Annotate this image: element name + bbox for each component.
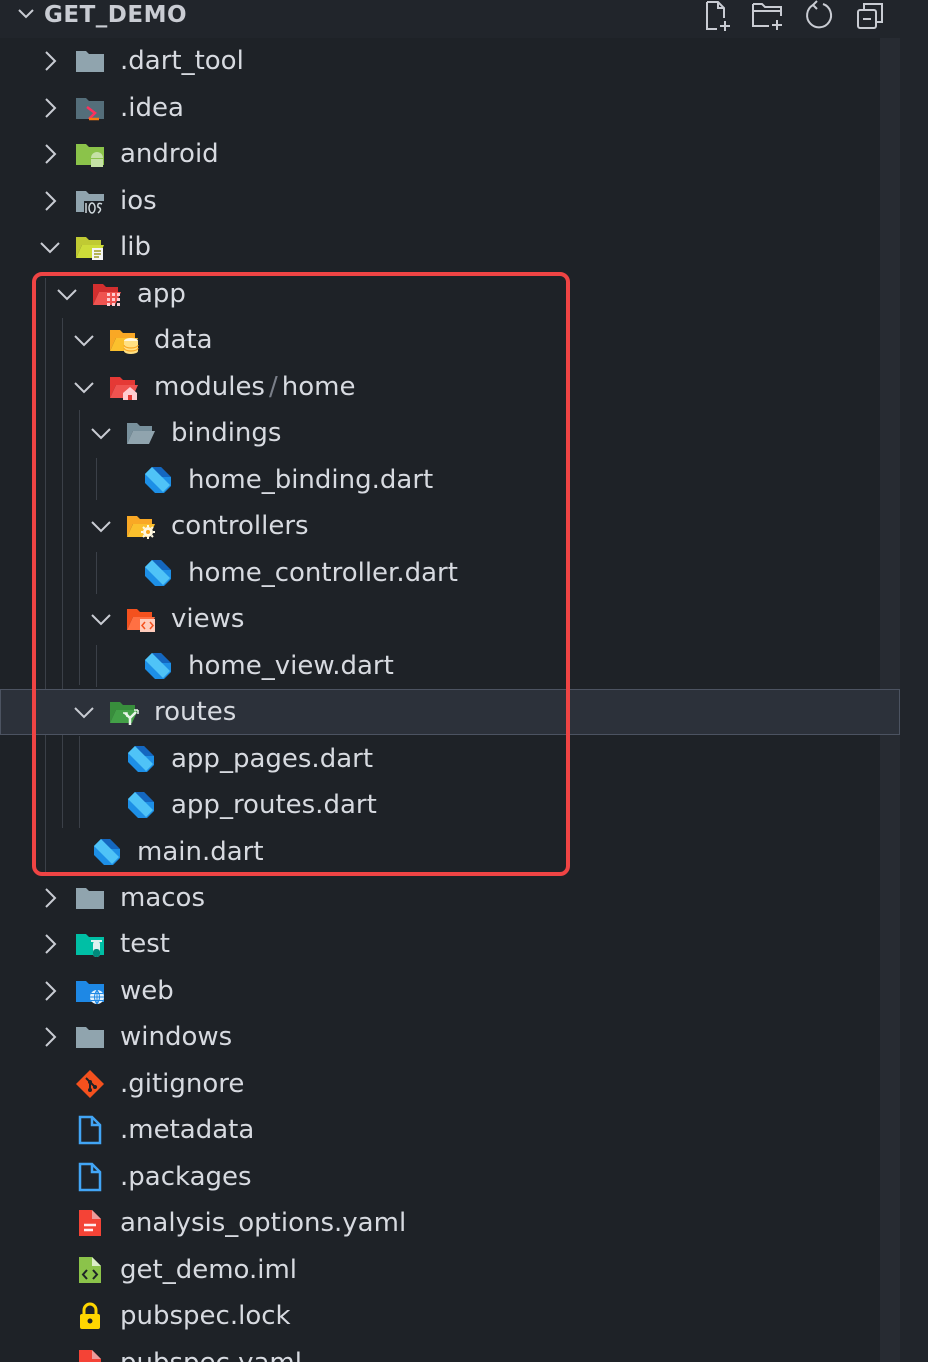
folder-icon [75,1022,105,1052]
tree-item-ios[interactable]: ios [0,178,900,224]
explorer-header: GET_DEMO [0,0,928,38]
ios-folder-icon [75,186,105,216]
tree-item-web[interactable]: web [0,968,900,1014]
idea-folder-icon [75,93,105,123]
tree-item-label: get_demo.iml [120,1255,298,1285]
chevron-right-icon[interactable] [38,96,62,120]
tree-item-label: .dart_tool [120,46,244,76]
tree-item-pubspec-lock[interactable]: pubspec.lock [0,1293,900,1339]
tree-item-label: pubspec.lock [120,1301,291,1331]
tree-item-macos[interactable]: macos [0,875,900,921]
xml-file-icon [75,1255,105,1285]
chevron-right-icon[interactable] [38,142,62,166]
git-icon [75,1069,105,1099]
chevron-right-icon[interactable] [38,979,62,1003]
tree-item-dart-tool[interactable]: .dart_tool [0,38,900,84]
chevron-down-icon[interactable] [16,4,36,28]
new-file-icon[interactable] [698,0,735,32]
tree-item-windows[interactable]: windows [0,1014,900,1060]
tree-item-label: ios [120,186,157,216]
refresh-icon[interactable] [800,0,837,32]
folder-icon [75,46,105,76]
tree-item-lib[interactable]: lib [0,224,900,270]
tree-item-label: .gitignore [120,1069,245,1099]
yaml-file-icon [75,1208,105,1238]
tree-item-metadata[interactable]: .metadata [0,1107,900,1153]
tree-item-label: windows [120,1022,233,1052]
tree-item-label: web [120,976,174,1006]
file-icon [75,1162,105,1192]
tree-item-idea[interactable]: .idea [0,85,900,131]
tree-item-android[interactable]: android [0,131,900,177]
yaml-file-icon [75,1348,105,1362]
collapse-all-icon[interactable] [851,0,888,32]
tree-item-label: android [120,139,219,169]
chevron-right-icon[interactable] [38,886,62,910]
web-folder-icon [75,976,105,1006]
test-folder-icon [75,929,105,959]
tree-item-label: macos [120,883,206,913]
chevron-right-icon[interactable] [38,932,62,956]
tree-item-label: pubspec.yaml [120,1347,302,1362]
tree-item-label: test [120,929,170,959]
file-icon [75,1115,105,1145]
tree-item-gitignore[interactable]: .gitignore [0,1061,900,1107]
tree-item-label: .metadata [120,1115,255,1145]
highlight-box [32,272,570,876]
tree-item-label: .idea [120,93,184,123]
tree-item-analysis-options[interactable]: analysis_options.yaml [0,1200,900,1246]
tree-item-pubspec-yaml[interactable]: pubspec.yaml [0,1340,900,1362]
explorer-title[interactable]: GET_DEMO [44,1,187,29]
tree-item-get-demo-iml[interactable]: get_demo.iml [0,1247,900,1293]
tree-item-packages[interactable]: .packages [0,1154,900,1200]
tree-item-label: lib [120,232,151,262]
chevron-right-icon[interactable] [38,49,62,73]
chevron-right-icon[interactable] [38,1025,62,1049]
android-folder-icon [75,139,105,169]
chevron-right-icon[interactable] [38,189,62,213]
tree-item-test[interactable]: test [0,921,900,967]
new-folder-icon[interactable] [749,0,786,32]
folder-icon [75,883,105,913]
chevron-down-icon[interactable] [38,235,62,259]
tree-item-label: analysis_options.yaml [120,1208,407,1238]
lib-folder-open-icon [75,232,105,262]
lock-icon [75,1301,105,1331]
tree-item-label: .packages [120,1162,252,1192]
